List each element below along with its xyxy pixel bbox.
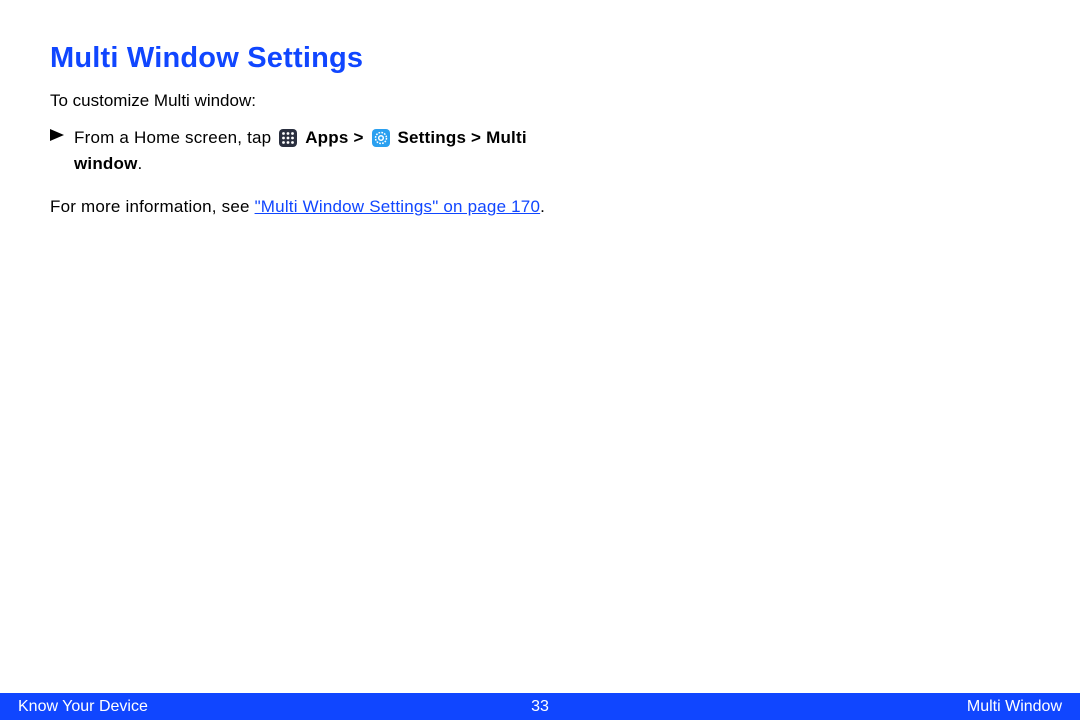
apps-label: Apps xyxy=(305,128,348,147)
more-info-prefix: For more information, see xyxy=(50,197,255,216)
footer-section-name: Know Your Device xyxy=(18,698,148,716)
step-text: From a Home screen, tap Apps > Settings … xyxy=(74,125,570,176)
footer-topic: Multi Window xyxy=(967,698,1062,716)
intro-text: To customize Multi window: xyxy=(50,91,1030,111)
step-prefix: From a Home screen, tap xyxy=(74,128,276,147)
settings-icon xyxy=(372,129,390,147)
page-content: Multi Window Settings To customize Multi… xyxy=(0,0,1080,220)
step-period: . xyxy=(138,154,143,173)
instruction-step: From a Home screen, tap Apps > Settings … xyxy=(50,125,570,176)
page-footer: Know Your Device 33 Multi Window xyxy=(0,693,1080,720)
settings-label: Settings xyxy=(397,128,466,147)
page-title: Multi Window Settings xyxy=(50,42,1030,75)
gt1: > xyxy=(349,128,369,147)
apps-icon xyxy=(279,129,297,147)
footer-page-number: 33 xyxy=(531,698,549,716)
gt2: > xyxy=(466,128,486,147)
arrow-bullet-icon xyxy=(50,129,64,141)
more-info-text: For more information, see "Multi Window … xyxy=(50,194,570,220)
more-info-period: . xyxy=(540,197,545,216)
multi-window-settings-link[interactable]: "Multi Window Settings" on page 170 xyxy=(255,197,541,216)
